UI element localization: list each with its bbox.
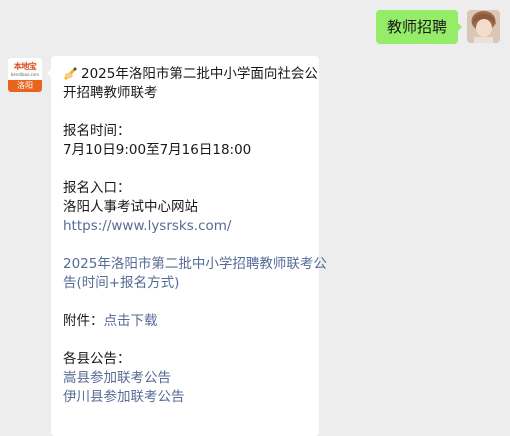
bot-message-bubble: 2025年洛阳市第二批中小学面向社会公 开招聘教师联考 报名时间： 7月10日9… [47, 56, 327, 436]
attachment-label: 附件： [63, 313, 104, 329]
reg-time-value: 7月10日9:00至7月16日18:00 [63, 142, 252, 158]
bot-avatar-subtitle: bendibao.com [10, 72, 40, 77]
writing-hand-icon [63, 65, 79, 80]
user-message-bubble[interactable]: 教师招聘 [375, 10, 463, 44]
county-link-songxian[interactable]: 嵩县参加联考公告 [63, 369, 319, 388]
reply-title: 2025年洛阳市第二批中小学面向社会公 [63, 65, 319, 84]
bot-avatar-city: 洛阳 [8, 80, 42, 92]
entry-site: 洛阳人事考试中心网站 [63, 199, 198, 215]
reply-title-line1: 2025年洛阳市第二批中小学面向社会公 [81, 66, 318, 82]
county-label: 各县公告： [63, 351, 131, 367]
attachment-download-link[interactable]: 点击下载 [104, 313, 158, 329]
user-message-text: 教师招聘 [386, 18, 447, 36]
reg-time-label: 报名时间： [63, 123, 131, 139]
notice-link-line1[interactable]: 2025年洛阳市第二批中小学招聘教师联考公 [63, 255, 327, 274]
bot-avatar-brand: 本地宝 [13, 62, 37, 71]
entry-label: 报名入口： [63, 180, 131, 196]
county-link-yichuan[interactable]: 伊川县参加联考公告 [63, 388, 319, 407]
notice-link-line2[interactable]: 告(时间+报名方式) [63, 274, 319, 293]
attachment-row: 附件：点击下载 [63, 312, 319, 331]
reply-title-line2: 开招聘教师联考 [63, 85, 158, 101]
bot-avatar[interactable]: 本地宝 bendibao.com 洛阳 [8, 58, 42, 92]
user-avatar[interactable] [467, 10, 500, 43]
entry-url-link[interactable]: https://www.lysrsks.com/ [63, 217, 319, 236]
